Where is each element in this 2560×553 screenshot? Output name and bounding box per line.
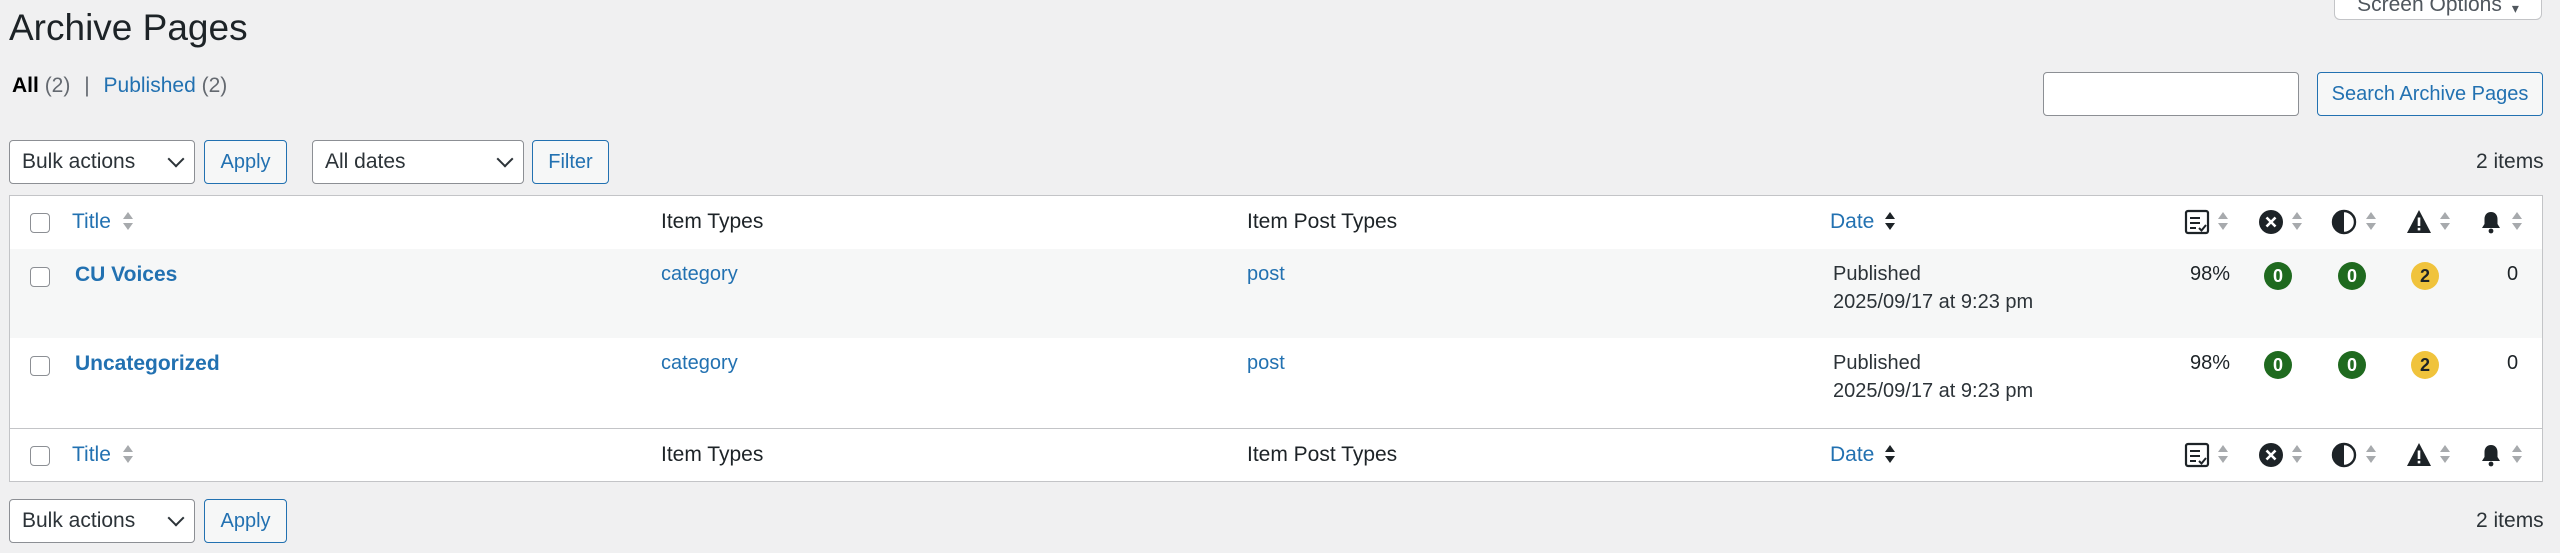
sort-icon[interactable]: [2365, 211, 2377, 233]
chevron-down-icon: [167, 509, 185, 527]
row-date: 2025/09/17 at 9:23 pm: [1833, 291, 2034, 313]
notices-count: 0: [2507, 263, 2519, 285]
contrast-icon[interactable]: [2331, 442, 2357, 468]
score-value: 98%: [2190, 352, 2231, 374]
select-all-checkbox[interactable]: [30, 446, 50, 466]
sort-icon[interactable]: [2217, 444, 2229, 466]
column-title[interactable]: Title: [72, 210, 111, 234]
bulk-actions-value: Bulk actions: [22, 509, 136, 532]
dates-value: All dates: [325, 150, 406, 173]
bulk-actions-select-bottom[interactable]: Bulk actions: [9, 499, 195, 543]
bulk-actions-value: Bulk actions: [22, 150, 136, 173]
bulk-actions-select[interactable]: Bulk actions: [9, 140, 195, 184]
sort-icon[interactable]: [2439, 444, 2451, 466]
checklist-icon[interactable]: [2184, 209, 2210, 235]
search-input[interactable]: [2043, 72, 2299, 116]
sort-icon[interactable]: [122, 211, 134, 233]
column-title[interactable]: Title: [72, 443, 111, 467]
table-row: Uncategorized category post Published 20…: [10, 338, 2542, 427]
score-value: 98%: [2190, 263, 2231, 285]
sort-icon[interactable]: [2217, 211, 2229, 233]
view-all-count: (2): [44, 74, 71, 97]
contrast-badge: 0: [2338, 351, 2366, 379]
screen-options-label: Screen Options: [2357, 0, 2502, 16]
sort-icon[interactable]: [2439, 211, 2451, 233]
warnings-badge: 2: [2411, 262, 2439, 290]
view-all[interactable]: All: [12, 74, 39, 97]
select-all-checkbox[interactable]: [30, 213, 50, 233]
checklist-icon[interactable]: [2184, 442, 2210, 468]
items-count: 2 items: [2476, 150, 2544, 173]
column-item-post-types: Item Post Types: [1247, 443, 1398, 466]
column-date[interactable]: Date: [1830, 443, 1874, 467]
error-icon[interactable]: [2258, 442, 2284, 468]
view-published[interactable]: Published: [104, 74, 196, 97]
row-date: 2025/09/17 at 9:23 pm: [1833, 380, 2034, 402]
table-footer: Title Item Types Item Post Types Date: [10, 428, 2542, 482]
contrast-badge: 0: [2338, 262, 2366, 290]
search-button[interactable]: Search Archive Pages: [2317, 72, 2543, 116]
warning-icon[interactable]: [2406, 442, 2432, 468]
chevron-down-icon: [496, 150, 514, 168]
sort-icon[interactable]: [2511, 211, 2523, 233]
row-checkbox[interactable]: [30, 267, 50, 287]
sort-icon[interactable]: [2291, 211, 2303, 233]
column-item-post-types: Item Post Types: [1247, 210, 1398, 233]
view-separator: |: [84, 74, 90, 97]
bell-icon[interactable]: [2478, 442, 2504, 468]
chevron-down-icon: [167, 150, 185, 168]
errors-badge: 0: [2264, 262, 2292, 290]
table-header: Title Item Types Item Post Types Date: [10, 196, 2542, 250]
sort-icon[interactable]: [1884, 211, 1896, 233]
caret-down-icon: ▾: [2511, 0, 2519, 16]
column-date[interactable]: Date: [1830, 210, 1874, 234]
sort-icon[interactable]: [2511, 444, 2523, 466]
row-checkbox[interactable]: [30, 356, 50, 376]
items-count-bottom: 2 items: [2476, 509, 2544, 532]
sort-icon[interactable]: [2365, 444, 2377, 466]
filter-button[interactable]: Filter: [532, 140, 609, 184]
page-title: Archive Pages: [9, 7, 248, 48]
errors-badge: 0: [2264, 351, 2292, 379]
column-item-types: Item Types: [661, 210, 764, 233]
notices-count: 0: [2507, 352, 2519, 374]
archive-pages-table: Title Item Types Item Post Types Date CU…: [9, 195, 2543, 482]
apply-button-bottom[interactable]: Apply: [204, 499, 287, 543]
sort-icon[interactable]: [122, 444, 134, 466]
column-item-types: Item Types: [661, 443, 764, 466]
row-title-link[interactable]: Uncategorized: [75, 352, 220, 376]
row-status: Published: [1833, 263, 1921, 285]
table-row: CU Voices category post Published 2025/0…: [10, 249, 2542, 338]
warnings-badge: 2: [2411, 351, 2439, 379]
dates-select[interactable]: All dates: [312, 140, 524, 184]
view-published-count: (2): [201, 74, 228, 97]
contrast-icon[interactable]: [2331, 209, 2357, 235]
warning-icon[interactable]: [2406, 209, 2432, 235]
screen-options-button[interactable]: Screen Options ▾: [2334, 0, 2542, 20]
item-type-link[interactable]: category: [661, 263, 738, 286]
bell-icon[interactable]: [2478, 209, 2504, 235]
sort-icon[interactable]: [2291, 444, 2303, 466]
error-icon[interactable]: [2258, 209, 2284, 235]
row-status: Published: [1833, 352, 1921, 374]
apply-button[interactable]: Apply: [204, 140, 287, 184]
item-post-type-link[interactable]: post: [1247, 263, 1285, 286]
sort-icon[interactable]: [1884, 444, 1896, 466]
item-post-type-link[interactable]: post: [1247, 352, 1285, 375]
row-title-link[interactable]: CU Voices: [75, 263, 177, 287]
item-type-link[interactable]: category: [661, 352, 738, 375]
status-views: All (2) | Published (2): [12, 74, 227, 98]
